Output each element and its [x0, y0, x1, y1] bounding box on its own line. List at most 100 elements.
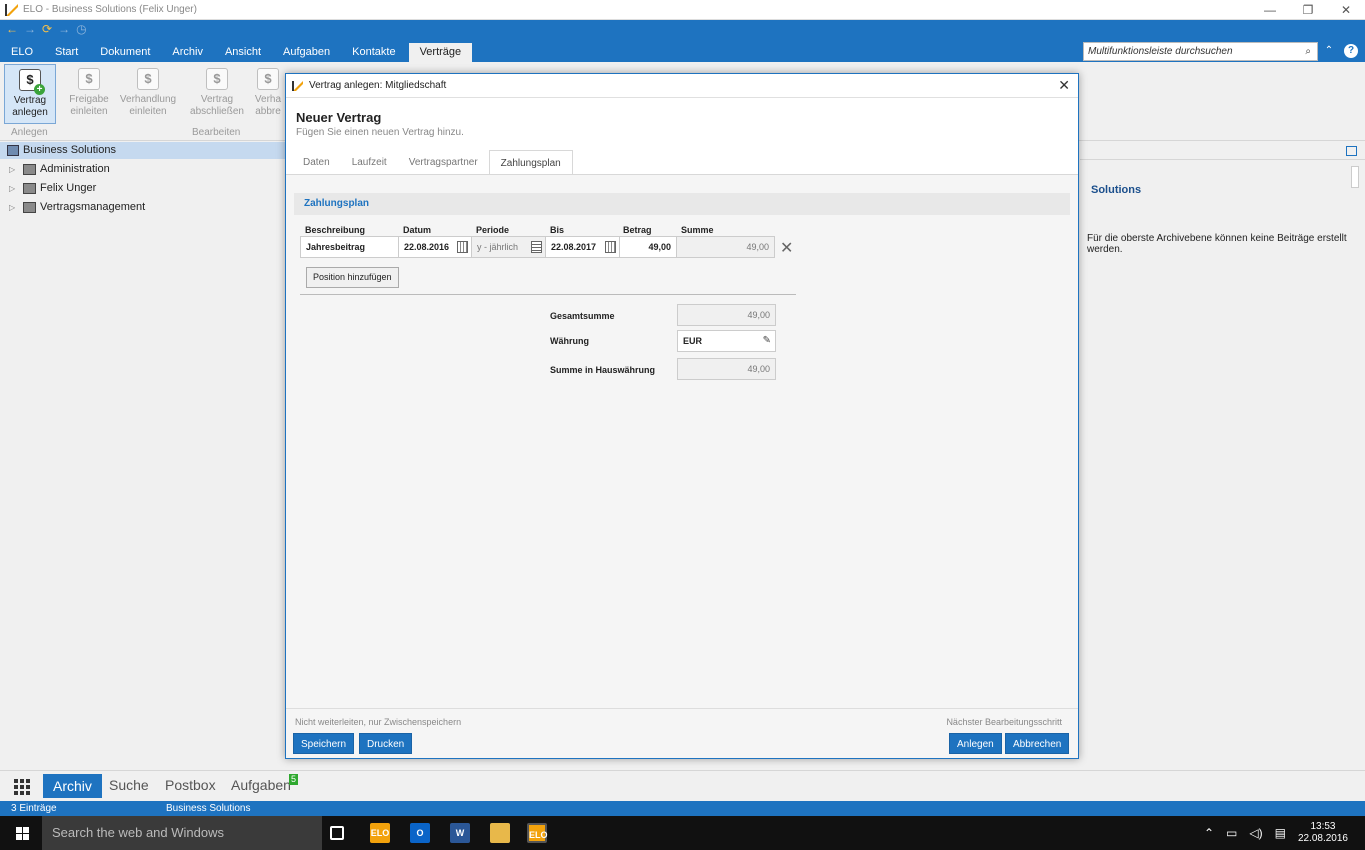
amount-input[interactable]: 49,00 — [619, 236, 677, 258]
forward-icon[interactable]: → — [24, 22, 36, 36]
current-location: Business Solutions — [166, 803, 251, 814]
tree-item-administration[interactable]: ▷ Administration — [0, 160, 285, 179]
pencil-icon[interactable]: ✎ — [763, 331, 771, 351]
column-header: Summe — [681, 225, 714, 235]
add-position-button[interactable]: Position hinzufügen — [306, 267, 399, 288]
print-button[interactable]: Drucken — [359, 733, 413, 754]
column-header: Datum — [403, 225, 432, 235]
task-view-icon[interactable] — [330, 826, 344, 840]
dialog-heading: Neuer Vertrag — [296, 110, 382, 125]
sum-field: 49,00 — [676, 236, 775, 258]
nav-postbox[interactable]: Postbox — [165, 777, 216, 793]
new-contract-dialog: Vertrag anlegen: Mitgliedschaft ✕ Neuer … — [285, 73, 1079, 759]
panel-toggle-icon[interactable] — [1346, 146, 1357, 156]
ribbon-search-input[interactable]: Multifunktionsleiste durchsuchen ⌕ — [1083, 42, 1318, 61]
close-window-button[interactable]: ✕ — [1327, 0, 1365, 20]
system-tray: ⌃ ▭ ◁) ▤ 13:53 22.08.2016 — [1204, 816, 1365, 850]
dialog-titlebar: Vertrag anlegen: Mitgliedschaft ✕ — [286, 74, 1078, 98]
save-button[interactable]: Speichern — [293, 733, 355, 754]
tab-aufgaben[interactable]: Aufgaben — [272, 43, 341, 62]
collapse-ribbon-icon[interactable]: ⌃ — [1322, 44, 1336, 58]
home-currency-label: Summe in Hauswährung — [550, 365, 656, 375]
refresh-icon[interactable]: ⟳ — [42, 22, 52, 36]
negotiation-button[interactable]: $ Verhandlung einleiten — [118, 64, 178, 124]
tab-start[interactable]: Start — [44, 43, 89, 62]
total-field: 49,00 — [677, 304, 776, 326]
tree-item-felix-unger[interactable]: ▷ Felix Unger — [0, 179, 285, 198]
nav-archiv[interactable]: Archiv — [43, 774, 102, 798]
remove-row-icon[interactable]: ✕ — [780, 238, 793, 258]
elo-app-icon[interactable]: ELO — [370, 823, 390, 843]
window-titlebar: ELO - Business Solutions (Felix Unger) —… — [0, 0, 1365, 20]
expand-icon[interactable]: ▷ — [9, 198, 15, 217]
tasks-count-badge: 5 — [289, 774, 299, 785]
calendar-icon[interactable] — [457, 241, 468, 253]
windows-start-icon[interactable] — [16, 827, 29, 840]
tab-archiv[interactable]: Archiv — [161, 43, 214, 62]
expand-icon[interactable]: ▷ — [9, 179, 15, 198]
file-explorer-icon[interactable] — [490, 823, 510, 843]
contract-add-button[interactable]: $ Vertrag anlegen — [4, 64, 56, 124]
nav-suche[interactable]: Suche — [109, 777, 149, 793]
taskbar-search-input[interactable]: Search the web and Windows — [42, 816, 322, 850]
next-icon[interactable]: → — [58, 22, 70, 36]
elo-logo-icon — [292, 80, 304, 92]
elo-active-app-icon[interactable]: ELO — [527, 823, 548, 843]
contract-negotiation-icon: $ — [137, 68, 159, 90]
nav-aufgaben[interactable]: Aufgaben — [231, 777, 291, 793]
tab-laufzeit[interactable]: Laufzeit — [341, 150, 398, 175]
word-icon[interactable]: W — [450, 823, 470, 843]
until-date-input[interactable]: 22.08.2017 — [545, 236, 620, 258]
preview-title: Solutions — [1091, 184, 1142, 196]
tree-root[interactable]: Business Solutions — [0, 142, 285, 159]
dialog-subheading: Fügen Sie einen neuen Vertrag hinzu. — [296, 127, 464, 138]
list-icon[interactable] — [531, 241, 542, 253]
create-button[interactable]: Anlegen — [949, 733, 1002, 754]
bottom-navigation: Archiv Suche Postbox Aufgaben 5 — [0, 770, 1365, 801]
tab-elo[interactable]: ELO — [0, 43, 44, 62]
cancel-button[interactable]: Abbrechen — [1005, 733, 1070, 754]
divider — [300, 294, 796, 295]
tab-kontakte[interactable]: Kontakte — [341, 43, 406, 62]
calendar-icon[interactable] — [605, 241, 616, 253]
contract-cancel-button[interactable]: $ Verha abbre — [252, 64, 284, 124]
tab-daten[interactable]: Daten — [292, 150, 341, 175]
tab-dokument[interactable]: Dokument — [89, 43, 161, 62]
entry-count: 3 Einträge — [11, 803, 57, 814]
preview-panel: Solutions Für die oberste Archivebene kö… — [1080, 142, 1365, 768]
tray-chevron-icon[interactable]: ⌃ — [1204, 826, 1214, 840]
expand-icon[interactable]: ▷ — [9, 160, 15, 179]
period-select[interactable]: y - jährlich — [471, 236, 546, 258]
minimize-button[interactable]: — — [1251, 0, 1289, 20]
restore-button[interactable]: ❐ — [1289, 0, 1327, 20]
outlook-icon[interactable]: O — [410, 823, 430, 843]
search-icon[interactable]: ⌕ — [1305, 43, 1311, 60]
save-hint: Nicht weiterleiten, nur Zwischenspeicher… — [295, 717, 462, 727]
tab-ansicht[interactable]: Ansicht — [214, 43, 272, 62]
ribbon-group-anlegen: Anlegen — [11, 127, 48, 138]
tab-zahlungsplan[interactable]: Zahlungsplan — [488, 150, 573, 175]
release-button[interactable]: $ Freigabe einleiten — [63, 64, 115, 124]
tab-vertragspartner[interactable]: Vertragspartner — [398, 150, 489, 175]
currency-input[interactable]: EUR ✎ — [677, 330, 776, 352]
date-input[interactable]: 22.08.2016 — [398, 236, 472, 258]
tab-vertraege[interactable]: Verträge — [408, 43, 473, 62]
close-icon[interactable]: ✕ — [1058, 77, 1070, 94]
tree-item-vertragsmanagement[interactable]: ▷ Vertragsmanagement — [0, 198, 285, 217]
notification-icon[interactable]: ▤ — [1275, 826, 1286, 840]
contract-add-icon: $ — [19, 69, 45, 95]
windows-taskbar: Search the web and Windows ELO O W ELO ⌃… — [0, 816, 1365, 850]
network-icon[interactable]: ▭ — [1226, 826, 1237, 840]
clock[interactable]: 13:53 22.08.2016 — [1298, 821, 1348, 845]
archive-icon — [7, 145, 19, 156]
sync-icon[interactable]: ◷ — [76, 22, 86, 36]
folder-icon — [23, 164, 36, 175]
scrollbar[interactable] — [1351, 166, 1359, 188]
volume-icon[interactable]: ◁) — [1249, 826, 1262, 840]
help-icon[interactable]: ? — [1344, 44, 1358, 58]
description-input[interactable]: Jahresbeitrag — [300, 236, 399, 258]
back-icon[interactable]: ← — [6, 22, 18, 36]
contract-close-button[interactable]: $ Vertrag abschließen — [186, 64, 248, 124]
app-grid-icon[interactable] — [14, 779, 30, 795]
column-header: Periode — [476, 225, 510, 235]
